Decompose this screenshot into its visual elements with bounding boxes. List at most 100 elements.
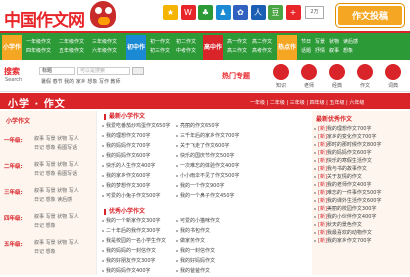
featured-link[interactable]: 难忘的一件事作文500字	[327, 190, 382, 196]
featured-item[interactable]: [新]我的妈妈作文600字	[312, 149, 410, 157]
qzone-icon[interactable]: ★	[163, 5, 178, 20]
tool-icon[interactable]	[385, 64, 401, 80]
essay-link[interactable]: 我的妈妈的一封信作文	[100, 247, 174, 255]
hot-search-links[interactable]: 暑假 春节 我的 家乡 想象 写作 教师	[41, 78, 121, 85]
essay-link[interactable]: 我的书包作文	[174, 227, 248, 235]
sidebar-grade-links[interactable]: 叙事 写景 状物 写人	[34, 161, 79, 170]
nav-link[interactable]: 话题	[301, 48, 311, 55]
featured-item[interactable]: [新]家乡的变化作文700字	[312, 133, 410, 141]
featured-item[interactable]: [新]我的老师作文400字	[312, 181, 410, 189]
featured-item[interactable]: [新]我的理想作文700字	[312, 125, 410, 133]
douban-icon[interactable]: 豆	[268, 5, 283, 20]
featured-item[interactable]: [新]我与书的故事作文	[312, 165, 410, 173]
clover-icon[interactable]: ♣	[198, 5, 213, 20]
essay-link[interactable]: 我是校园的一名小学生作文	[100, 237, 174, 245]
nav-link[interactable]: 叙事	[329, 48, 339, 55]
featured-link[interactable]: 那时的那时候作文800字	[327, 142, 382, 148]
grade-links[interactable]: 一年级 | 二年级 | 三年级 | 四年级 | 五年级 | 六年级	[250, 99, 364, 106]
featured-link[interactable]: 家乡的变化作文700字	[327, 134, 377, 140]
tool-icon[interactable]	[273, 64, 289, 80]
featured-link[interactable]: 我的课外生活作文600字	[327, 198, 382, 204]
featured-item[interactable]: [新]关于友情的作文	[312, 173, 410, 181]
sidebar-grade-links[interactable]: 日记 想象 看图写话	[34, 170, 77, 179]
nav-link[interactable]: 抒情	[315, 48, 325, 55]
tool-label[interactable]: 知识	[269, 82, 293, 89]
essay-link[interactable]: 一次难忘的体验作文400字	[174, 162, 248, 170]
tool-label[interactable]: 词典	[381, 82, 405, 89]
nav-link[interactable]: 二年级作文	[59, 39, 84, 46]
nav-link[interactable]: 想象	[343, 48, 353, 55]
featured-item[interactable]: [新]美丽的校园作文300字	[312, 205, 410, 213]
sidebar-grade-links[interactable]: 叙事 写景 状物 写人	[34, 239, 79, 248]
essay-link[interactable]: 我的爸爸作文	[174, 267, 248, 275]
featured-link[interactable]: 我的妈妈作文600字	[327, 150, 372, 156]
submit-essay-button[interactable]: 作文投稿	[336, 4, 404, 27]
nav-link[interactable]: 高二作文	[252, 39, 272, 46]
sidebar-grade-label[interactable]: 五年级:	[4, 240, 23, 248]
sidebar-grade-label[interactable]: 一年级:	[4, 136, 23, 144]
featured-link[interactable]: 关于友情的作文	[327, 174, 362, 180]
nav-link[interactable]: 三年级作文	[92, 39, 117, 46]
sidebar-grade-label[interactable]: 四年级:	[4, 214, 23, 222]
essay-link[interactable]: 亮丽的作文650字	[174, 122, 248, 130]
essay-link[interactable]: 可爱的小兔子作文500字	[100, 192, 174, 200]
featured-link[interactable]: 我最喜欢的动物作文	[327, 230, 372, 236]
featured-link[interactable]: 我的理想作文700字	[327, 126, 372, 132]
featured-link[interactable]: 我与书的故事作文	[327, 166, 367, 172]
essay-link[interactable]: 做家务作文	[174, 237, 248, 245]
essay-link[interactable]: 我的妈妈作文700字	[100, 142, 174, 150]
essay-link[interactable]: 我的好妈妈作文	[174, 257, 248, 265]
nav-link[interactable]: 初一作文	[150, 39, 170, 46]
featured-item[interactable]: [新]我的家乡作文700字	[312, 237, 410, 245]
tool-label[interactable]: 老师	[297, 82, 321, 89]
featured-item[interactable]: [新]我的课外生活作文600字	[312, 197, 410, 205]
essay-link[interactable]: 快乐的人生作文400字	[100, 162, 174, 170]
search-input[interactable]: 可以是搜索	[77, 67, 130, 75]
essay-link[interactable]: 关于飞走了作文600字	[174, 142, 248, 150]
essay-link[interactable]: 我的妈妈作文400字	[100, 267, 174, 275]
sidebar-grade-links[interactable]: 日记 想象 看图写话	[34, 144, 77, 153]
essay-link[interactable]: 我爱吃番茄炒鸡蛋作文650字	[100, 122, 174, 130]
essay-link[interactable]: 我的一封信作文	[174, 247, 248, 255]
featured-item[interactable]: [新]秋天的景色作文	[312, 221, 410, 229]
essay-link[interactable]: 我的理想作文700字	[100, 132, 174, 140]
nav-link[interactable]: 一年级作文	[26, 39, 51, 46]
featured-link[interactable]: 我的家乡作文700字	[327, 238, 372, 244]
search-button[interactable]	[132, 67, 144, 75]
paw-icon[interactable]: ✿	[233, 5, 248, 20]
site-logo[interactable]: 中国作文网	[4, 6, 85, 31]
sidebar-grade-links[interactable]: 叙事 写景 状物 写人	[34, 187, 79, 196]
featured-item[interactable]: [新]快乐的寒假生活作文	[312, 157, 410, 165]
nav-chuzhong-button[interactable]: 初中作文	[126, 35, 146, 76]
featured-link[interactable]: 秋天的景色作文	[327, 222, 362, 228]
essay-link[interactable]: 我的一个作文900字	[174, 182, 248, 190]
hot-topics-link[interactable]: 热门专题	[222, 71, 250, 81]
essay-link[interactable]: 快乐的国庆节作文500字	[174, 152, 248, 160]
sidebar-grade-label[interactable]: 二年级:	[4, 162, 23, 170]
nav-link[interactable]: 读后感	[343, 39, 358, 46]
nav-gaozhong-button[interactable]: 高中作文	[203, 35, 223, 76]
featured-item[interactable]: [新]那时的那时候作文800字	[312, 141, 410, 149]
sidebar-grade-links[interactable]: 叙事 写景 状物 写人	[34, 213, 79, 222]
featured-link[interactable]: 我的老师作文400字	[327, 182, 372, 188]
nav-link[interactable]: 高三作文	[227, 48, 247, 55]
essay-link[interactable]: 二十年后的我作文300字	[100, 227, 174, 235]
essay-link[interactable]: 我的梦想作文300字	[100, 182, 174, 190]
featured-link[interactable]: 美丽的校园作文300字	[327, 206, 377, 212]
search-type-select[interactable]: 标题	[39, 67, 75, 75]
sidebar-grade-links[interactable]: 日记 想象 读后感	[34, 196, 72, 205]
nav-link[interactable]: 六年级作文	[92, 48, 117, 55]
essay-link[interactable]: 我的一个鼻子作文450字	[174, 192, 248, 200]
nav-link[interactable]: 四年级作文	[26, 48, 51, 55]
tool-label[interactable]: 作文	[353, 82, 377, 89]
weibo-icon[interactable]: W	[180, 5, 196, 20]
essay-link[interactable]: 我的好朋友作文300字	[100, 257, 174, 265]
tool-label[interactable]: 经典	[325, 82, 349, 89]
essay-link[interactable]: 三千年后的家乡作文700字	[174, 132, 248, 140]
featured-item[interactable]: [新]难忘的一件事作文500字	[312, 189, 410, 197]
tool-icon[interactable]	[329, 64, 345, 80]
sidebar-grade-links[interactable]: 日记 想象	[34, 222, 56, 231]
sidebar-grade-links[interactable]: 叙事 写景 状物 写人	[34, 135, 79, 144]
renren-icon[interactable]: 人	[250, 5, 266, 20]
essay-link[interactable]: 可爱的小猫咪作文	[174, 217, 248, 225]
